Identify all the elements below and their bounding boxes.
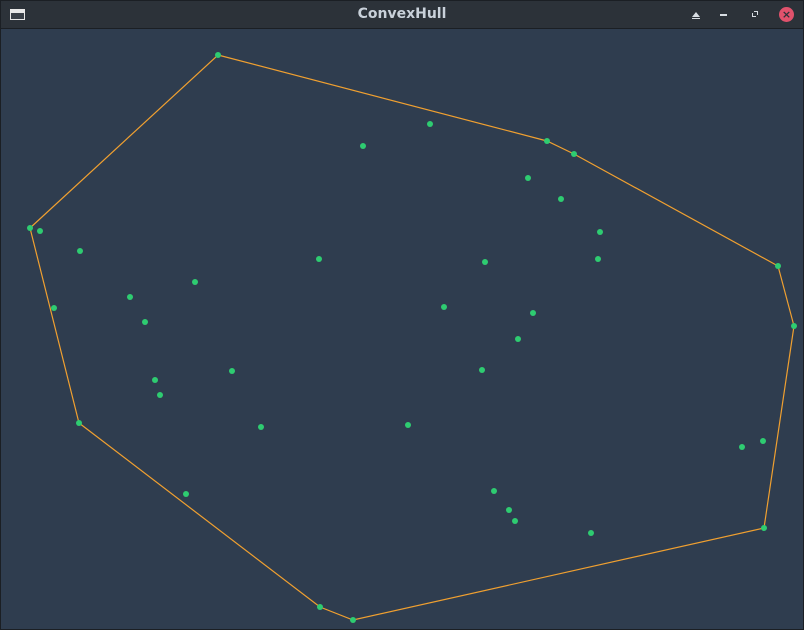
point <box>760 438 766 444</box>
point <box>229 368 235 374</box>
minimize-icon[interactable] <box>715 6 731 22</box>
point <box>215 52 221 58</box>
point <box>405 422 411 428</box>
point <box>571 151 577 157</box>
point <box>558 196 564 202</box>
point <box>506 507 512 513</box>
point <box>192 279 198 285</box>
convex-hull-plot <box>27 52 797 623</box>
point <box>51 305 57 311</box>
hull-polygon <box>29 54 795 621</box>
app-window: ConvexHull × <box>0 0 804 630</box>
point <box>77 248 83 254</box>
drawing-canvas[interactable] <box>2 29 804 630</box>
window-title: ConvexHull <box>357 6 447 22</box>
point <box>761 525 767 531</box>
point <box>588 530 594 536</box>
point <box>127 294 133 300</box>
point <box>360 143 366 149</box>
point <box>183 491 189 497</box>
point <box>482 259 488 265</box>
point <box>525 175 531 181</box>
point <box>739 444 745 450</box>
point <box>791 323 797 329</box>
point <box>142 319 148 325</box>
point <box>37 228 43 234</box>
point <box>27 225 33 231</box>
point <box>258 424 264 430</box>
point <box>152 377 158 383</box>
point <box>491 488 497 494</box>
point <box>544 138 550 144</box>
point <box>317 604 323 610</box>
point <box>595 256 601 262</box>
point <box>479 367 485 373</box>
point <box>530 310 536 316</box>
point <box>512 518 518 524</box>
point <box>350 617 356 623</box>
title-bar[interactable]: ConvexHull × <box>1 1 803 29</box>
close-icon[interactable]: × <box>779 7 794 22</box>
point <box>316 256 322 262</box>
point <box>76 420 82 426</box>
point <box>441 304 447 310</box>
point <box>597 229 603 235</box>
point <box>515 336 521 342</box>
eject-icon[interactable] <box>688 6 704 22</box>
point <box>427 121 433 127</box>
maximize-icon[interactable] <box>747 6 763 22</box>
point <box>157 392 163 398</box>
point <box>775 263 781 269</box>
